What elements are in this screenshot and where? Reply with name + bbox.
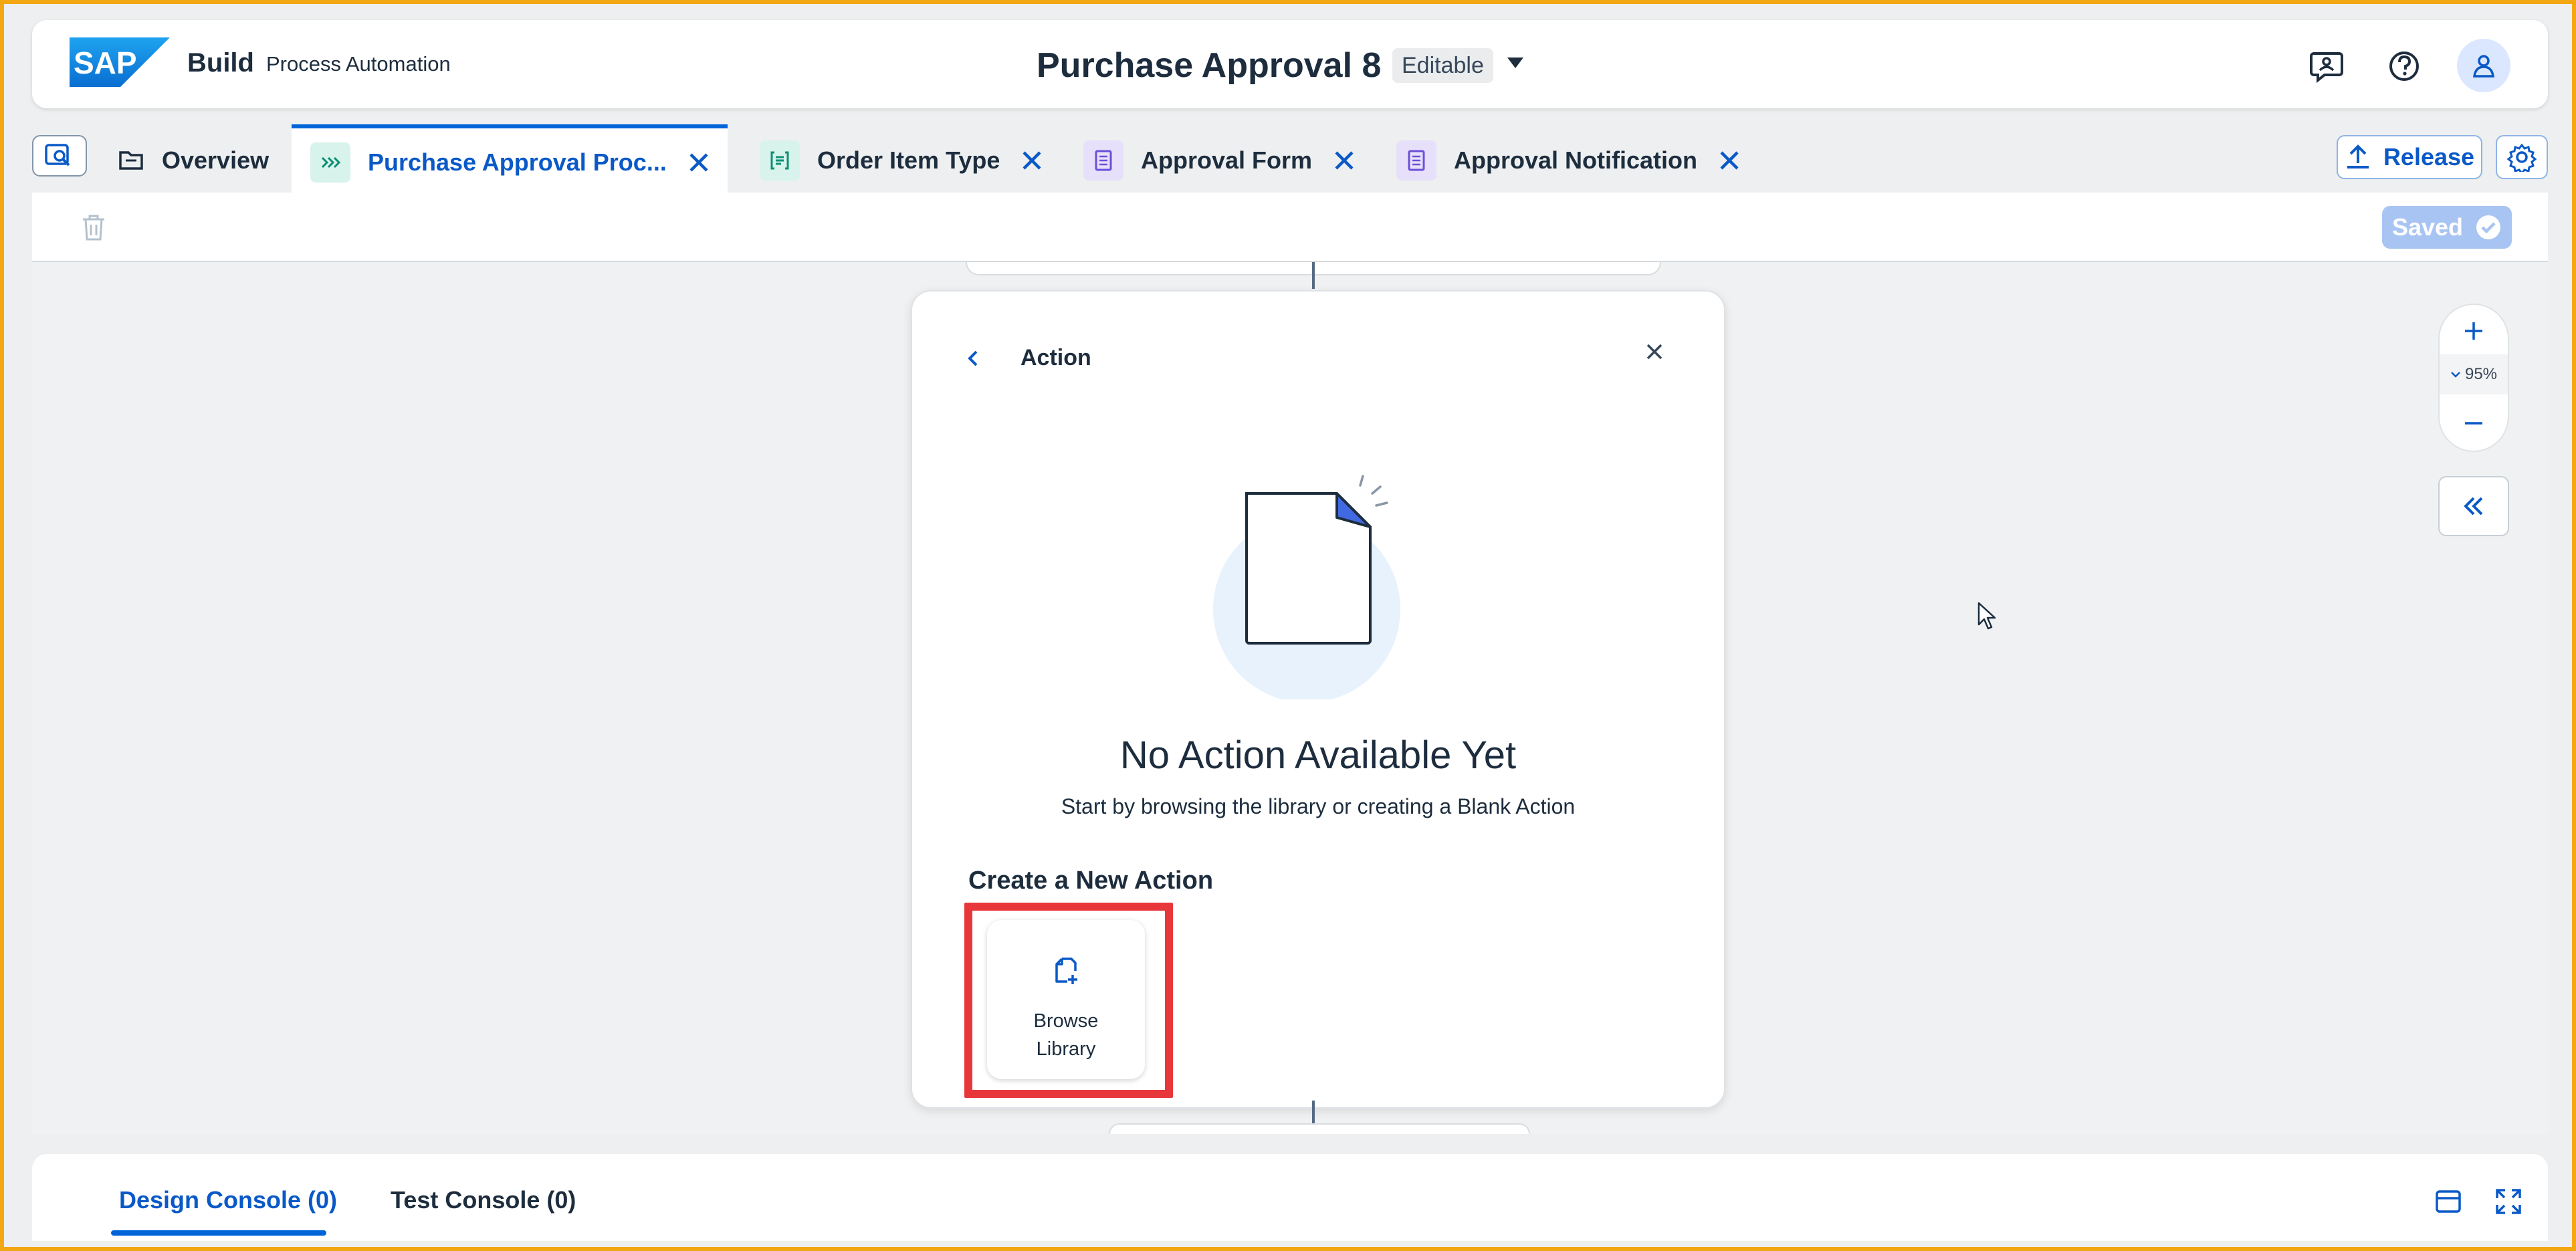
- folder-icon: [119, 151, 143, 170]
- action-panel: Action No Action Available Yet Start by …: [911, 290, 1725, 1109]
- release-label: Release: [2383, 143, 2475, 170]
- settings-button[interactable]: [2496, 135, 2548, 179]
- tab-label: Purchase Approval Proc...: [368, 148, 667, 176]
- tab-order-item-type[interactable]: Order Item Type: [760, 124, 1044, 197]
- tab-design-console[interactable]: Design Console (0): [119, 1186, 337, 1214]
- zoom-controls: 95%: [2438, 304, 2509, 452]
- user-icon: [2472, 55, 2495, 78]
- shell-bar: SAP Build Process Automation Purchase Ap…: [32, 20, 2548, 108]
- collapse-panel-button[interactable]: [2438, 476, 2509, 536]
- saved-label: Saved: [2391, 213, 2464, 241]
- active-tab-indicator: [111, 1230, 326, 1236]
- tab-approval-notification[interactable]: Approval Notification: [1396, 124, 1741, 197]
- checkmark-icon: [2476, 215, 2501, 239]
- product-name: Process Automation: [266, 52, 451, 76]
- process-canvas[interactable]: Action No Action Available Yet Start by …: [32, 262, 2548, 1134]
- chevron-down-icon: [2451, 372, 2460, 378]
- form-icon: [1396, 140, 1436, 181]
- status-badge: Editable: [1392, 48, 1493, 83]
- dock-panel-icon[interactable]: [2434, 1187, 2462, 1216]
- mouse-cursor-icon: [1977, 602, 1996, 630]
- console-panel: Design Console (0) Test Console (0): [32, 1154, 2548, 1241]
- empty-state-title: No Action Available Yet: [1119, 733, 1517, 777]
- empty-document-illustration: [1213, 475, 1400, 699]
- tab-label: Order Item Type: [817, 146, 1000, 174]
- close-icon[interactable]: [1717, 148, 1741, 173]
- editor-toolbar: Saved: [32, 193, 2548, 262]
- double-chevron-left-icon: [2464, 497, 2483, 516]
- tab-purchase-approval-process[interactable]: Purchase Approval Proc...: [292, 124, 728, 197]
- sap-logo-text: SAP: [74, 45, 137, 80]
- app-frame: SAP Build Process Automation Purchase Ap…: [4, 4, 2572, 1247]
- close-icon[interactable]: [1020, 148, 1044, 173]
- add-document-icon: [1055, 957, 1077, 984]
- close-icon[interactable]: [1332, 148, 1356, 173]
- sap-logo[interactable]: SAP: [70, 37, 170, 87]
- help-icon[interactable]: [2386, 48, 2422, 84]
- title-dropdown-icon[interactable]: [1507, 58, 1523, 68]
- upload-icon: [2347, 144, 2369, 168]
- create-action-heading: Create a New Action: [968, 867, 1214, 895]
- saved-status-button[interactable]: Saved: [2382, 206, 2512, 249]
- empty-state-subtitle: Start by browsing the library or creatin…: [1061, 794, 1576, 818]
- browse-library-button[interactable]: Browse Library: [987, 920, 1145, 1079]
- search-icon: [45, 144, 70, 166]
- next-step-card[interactable]: [1109, 1123, 1530, 1134]
- process-icon: [310, 142, 350, 183]
- search-objects-button[interactable]: [32, 135, 87, 177]
- panel-title: Action: [1021, 345, 1091, 370]
- browse-library-label: Browse Library: [1033, 1010, 1099, 1060]
- gear-icon: [2507, 143, 2537, 172]
- brand-name: Build: [187, 48, 254, 78]
- close-icon[interactable]: [1641, 338, 1668, 365]
- tab-label: Approval Notification: [1454, 146, 1698, 174]
- tab-label: Approval Form: [1141, 146, 1313, 174]
- tab-label: Overview: [162, 146, 270, 174]
- user-avatar[interactable]: [2457, 39, 2510, 92]
- feedback-icon[interactable]: [2309, 48, 2345, 84]
- zoom-level-dropdown[interactable]: 95%: [2440, 354, 2508, 394]
- delete-icon[interactable]: [79, 213, 108, 242]
- form-icon: [1083, 140, 1123, 181]
- tab-approval-form[interactable]: Approval Form: [1083, 124, 1356, 197]
- release-button[interactable]: Release: [2337, 135, 2482, 179]
- back-icon[interactable]: [963, 345, 983, 372]
- page-title: Purchase Approval 8: [1037, 46, 1382, 85]
- fullscreen-icon[interactable]: [2494, 1187, 2523, 1216]
- data-type-icon: [760, 140, 800, 181]
- close-icon[interactable]: [687, 150, 711, 175]
- connector-line: [1312, 262, 1315, 289]
- tab-test-console[interactable]: Test Console (0): [391, 1186, 576, 1214]
- tab-overview[interactable]: Overview: [118, 124, 269, 197]
- zoom-in-icon[interactable]: [2462, 320, 2485, 342]
- zoom-level-value: 95%: [2464, 365, 2498, 383]
- zoom-out-icon[interactable]: [2462, 412, 2485, 435]
